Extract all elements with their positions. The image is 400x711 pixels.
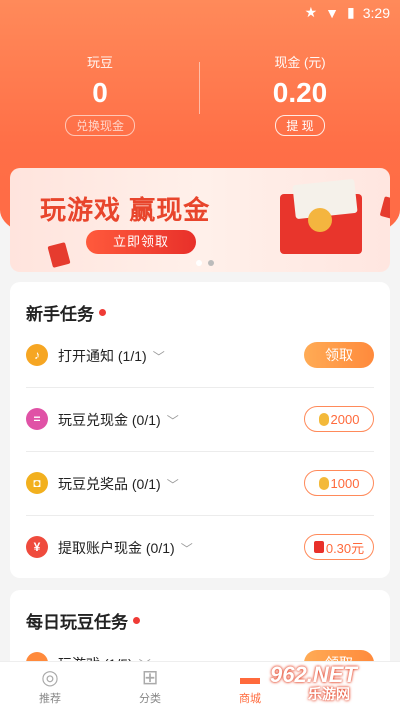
gift-bag-icon: ◘ bbox=[26, 472, 48, 494]
section-title: 新手任务 bbox=[26, 305, 94, 324]
section-title: 每日玩豆任务 bbox=[26, 613, 128, 632]
cash-stat: 现金 (元) 0.20 提 现 bbox=[200, 52, 400, 136]
task-label: 提取账户现金 (0/1) bbox=[58, 540, 175, 556]
newbie-tasks-card: 新手任务 ♪ 打开通知 (1/1) ﹀ 领取 = 玩豆兑现金 (0/1) ﹀ 200… bbox=[10, 282, 390, 578]
beans-stat: 玩豆 0 兑换现金 bbox=[0, 52, 200, 136]
carousel-dot bbox=[208, 260, 214, 266]
bell-icon: ♪ bbox=[26, 344, 48, 366]
reward-button[interactable]: 2000 bbox=[304, 406, 374, 432]
notification-dot bbox=[133, 617, 140, 624]
exchange-icon: = bbox=[26, 408, 48, 430]
task-label: 打开通知 (1/1) bbox=[58, 348, 147, 364]
wifi-icon: ▼ bbox=[325, 4, 340, 21]
status-bar: ★ ▼ ▮ 3:29 bbox=[0, 0, 400, 26]
cash-value: 0.20 bbox=[272, 77, 328, 108]
yuan-icon: ¥ bbox=[26, 536, 48, 558]
newbie-tasks-title: 新手任务 bbox=[26, 300, 106, 325]
tab-label: 推荐 bbox=[39, 693, 61, 705]
watermark-number: 962 bbox=[270, 662, 307, 687]
reward-amount: 0.30元 bbox=[325, 540, 365, 556]
star-icon: ★ bbox=[304, 4, 318, 20]
chevron-down-icon[interactable]: ﹀ bbox=[153, 350, 165, 364]
tab-recommend[interactable]: ◎ 推荐 bbox=[20, 666, 80, 706]
reward-amount: 2000 bbox=[330, 411, 360, 427]
banner-claim-button[interactable]: 立即领取 bbox=[86, 230, 196, 254]
coin-icon bbox=[308, 208, 332, 232]
task-row[interactable]: ¥ 提取账户现金 (0/1) ﹀ 0.30元 bbox=[10, 516, 390, 580]
tab-label: 分类 bbox=[139, 693, 161, 705]
exchange-cash-button[interactable]: 兑换现金 bbox=[64, 115, 135, 136]
red-envelope-icon bbox=[313, 541, 324, 553]
task-label-row: 提取账户现金 (0/1) ﹀ bbox=[58, 538, 193, 558]
withdraw-button[interactable]: 提 现 bbox=[275, 115, 325, 136]
site-watermark: 962.NET 乐游网 bbox=[262, 662, 396, 706]
chevron-down-icon[interactable]: ﹀ bbox=[167, 478, 179, 492]
carousel-dot bbox=[196, 260, 202, 266]
chevron-down-icon[interactable]: ﹀ bbox=[181, 542, 193, 556]
task-row[interactable]: = 玩豆兑现金 (0/1) ﹀ 2000 bbox=[10, 388, 390, 452]
bean-icon bbox=[318, 476, 329, 490]
beans-label: 玩豆 bbox=[86, 55, 113, 70]
tab-category[interactable]: ⊞ 分类 bbox=[120, 666, 180, 706]
daily-tasks-title: 每日玩豆任务 bbox=[26, 608, 140, 633]
notification-dot bbox=[99, 309, 106, 316]
task-row[interactable]: ♪ 打开通知 (1/1) ﹀ 领取 bbox=[10, 324, 390, 388]
beans-value: 0 bbox=[92, 77, 108, 108]
battery-icon: ▮ bbox=[347, 4, 355, 20]
bean-icon bbox=[318, 412, 329, 426]
reward-button[interactable]: 1000 bbox=[304, 470, 374, 496]
carousel-indicator bbox=[196, 260, 214, 266]
task-label-row: 玩豆兑现金 (0/1) ﹀ bbox=[58, 410, 179, 430]
cash-label: 现金 (元) bbox=[274, 55, 326, 70]
task-label-row: 打开通知 (1/1) ﹀ bbox=[58, 346, 165, 366]
task-row[interactable]: ◘ 玩豆兑奖品 (0/1) ﹀ 1000 bbox=[10, 452, 390, 516]
reward-button[interactable]: 0.30元 bbox=[304, 534, 374, 560]
reward-amount: 1000 bbox=[330, 475, 360, 491]
red-envelope-icon bbox=[379, 196, 390, 220]
red-envelope-icon bbox=[47, 242, 71, 268]
grid-icon: ⊞ bbox=[141, 667, 159, 689]
gamepad-icon: ◎ bbox=[41, 667, 59, 689]
watermark-site-name: 乐游网 bbox=[308, 686, 350, 702]
task-label: 玩豆兑现金 (0/1) bbox=[58, 412, 161, 428]
status-time: 3:29 bbox=[362, 4, 390, 21]
claim-button[interactable]: 领取 bbox=[304, 342, 374, 368]
promo-banner[interactable]: 玩游戏 赢现金 立即领取 bbox=[10, 168, 390, 272]
task-label-row: 玩豆兑奖品 (0/1) ﹀ bbox=[58, 474, 179, 494]
task-label: 玩豆兑奖品 (0/1) bbox=[58, 476, 161, 492]
banner-title: 玩游戏 赢现金 bbox=[40, 195, 211, 225]
chevron-down-icon[interactable]: ﹀ bbox=[167, 414, 179, 428]
